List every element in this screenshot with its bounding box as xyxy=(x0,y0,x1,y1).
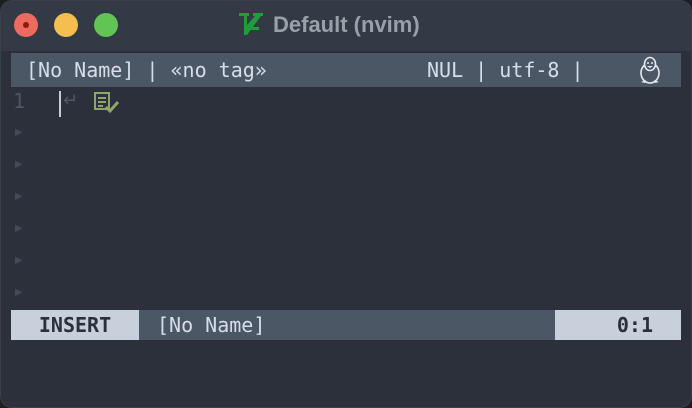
tabline-encoding-info: NUL | utf-8 | xyxy=(427,58,584,82)
cursor-position: 0:1 xyxy=(555,310,681,340)
window-title: Default (nvim) xyxy=(273,12,420,37)
empty-line-marker: ▶ xyxy=(15,287,23,298)
return-glyph: ↵ xyxy=(63,90,79,111)
tabline-file-info: [No Name] | «no tag» xyxy=(26,58,267,82)
editor-buffer[interactable]: 1 ↵ ▶ ▶ ▶ ▶ ▶ ▶ xyxy=(11,87,681,309)
line-number: 1 xyxy=(13,89,26,113)
empty-line-marker: ▶ xyxy=(15,255,23,266)
window-title-group: Default (nvim) xyxy=(237,9,420,41)
empty-line-marker: ▶ xyxy=(15,159,23,170)
empty-line-marker: ▶ xyxy=(15,191,23,202)
close-window-button[interactable] xyxy=(14,13,38,37)
command-line[interactable] xyxy=(11,341,681,397)
status-file-name: [No Name] xyxy=(157,313,266,337)
vim-logo-icon xyxy=(239,13,263,35)
title-bar: Default (nvim) xyxy=(1,1,691,51)
empty-line-marker: ▶ xyxy=(15,127,23,138)
tux-linux-icon xyxy=(640,56,660,84)
minimize-window-button[interactable] xyxy=(54,13,78,37)
vim-statusline: INSERT [No Name] 0:1 xyxy=(11,310,681,340)
text-cursor xyxy=(59,91,61,117)
vim-tabline: [No Name] | «no tag» NUL | utf-8 | xyxy=(11,53,681,87)
empty-line-marker: ▶ xyxy=(15,223,23,234)
terminal-window: Default (nvim) [No Name] | «no tag» NUL … xyxy=(0,0,692,408)
mode-indicator: INSERT xyxy=(11,310,139,340)
document-check-icon xyxy=(94,92,120,114)
zoom-window-button[interactable] xyxy=(94,13,118,37)
